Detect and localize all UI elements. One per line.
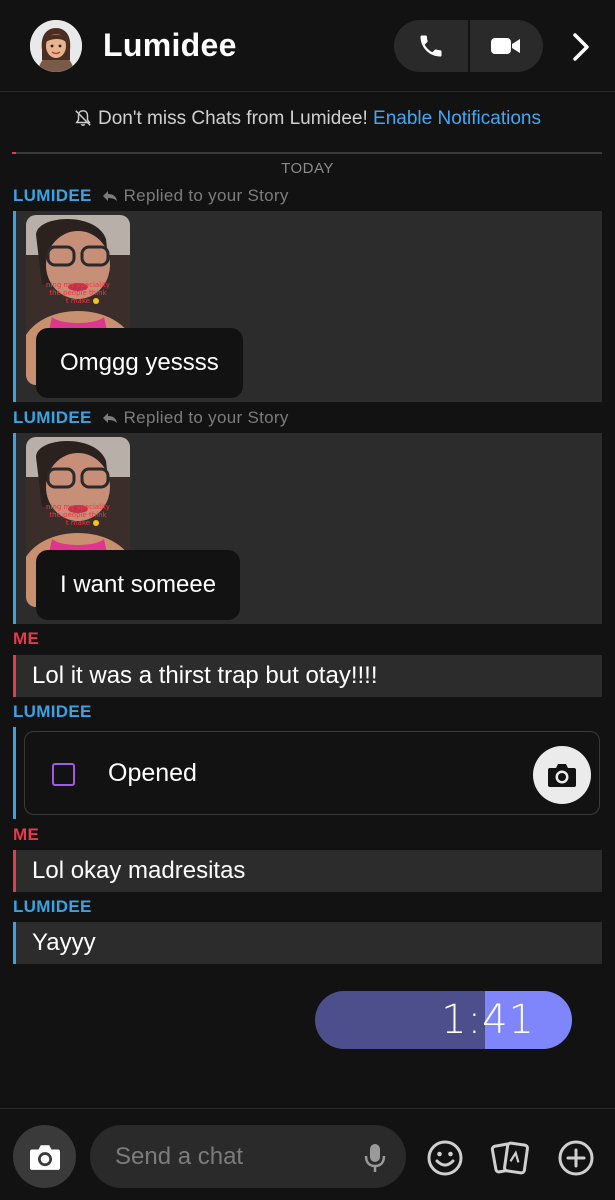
camera-icon <box>548 764 576 787</box>
message-bubble: Omggg yessss <box>36 328 243 398</box>
sender-name: ME <box>13 629 40 648</box>
phone-icon <box>420 35 442 57</box>
chevron-right-icon[interactable] <box>564 28 598 66</box>
call-button-group <box>394 20 543 72</box>
emoji-icon[interactable] <box>425 1138 465 1178</box>
svg-text:ning my speciality: ning my speciality <box>46 281 110 289</box>
message-bubble: Lol it was a thirst trap but otay!!!! <box>13 655 602 697</box>
svg-text:the people think: the people think <box>49 511 107 519</box>
sender-name: LUMIDEE <box>13 186 92 205</box>
message-bubble: I want someee <box>36 550 241 620</box>
notification-text: Don't miss Chats from Lumidee! <box>98 108 368 129</box>
reply-arrow-icon <box>102 187 118 207</box>
unread-divider <box>12 152 602 154</box>
sender-name: LUMIDEE <box>13 702 92 721</box>
snap-card[interactable]: Opened <box>24 731 600 815</box>
chat-input[interactable] <box>90 1125 406 1188</box>
timer-text: 1:41 <box>441 997 535 1043</box>
message-bubble: Lol okay madresitas <box>13 850 602 892</box>
date-divider: TODAY <box>281 160 334 177</box>
chat-header: Lumidee <box>0 0 615 92</box>
snap-status: Opened <box>108 759 197 787</box>
reply-note: Replied to your Story <box>123 408 289 427</box>
camera-icon <box>29 1144 60 1170</box>
bitmoji-avatar-icon <box>30 20 82 72</box>
opened-snap-icon <box>52 763 75 786</box>
reply-arrow-icon <box>102 409 118 429</box>
sender-name: LUMIDEE <box>13 408 92 427</box>
voice-timer[interactable]: 1:41 <box>315 991 572 1049</box>
sender-name: LUMIDEE <box>13 897 92 916</box>
svg-text:t make: t make <box>66 519 90 527</box>
reply-camera-button[interactable] <box>533 746 591 804</box>
story-reply: ning my speciality the people think t ma… <box>13 211 602 402</box>
bell-muted-icon <box>74 109 92 133</box>
contact-name[interactable]: Lumidee <box>103 27 237 64</box>
composer-bar <box>0 1108 615 1200</box>
mic-icon[interactable] <box>364 1142 386 1179</box>
story-reply: ning my speciality the people think t ma… <box>13 433 602 624</box>
sticker-cards-icon[interactable] <box>490 1138 530 1178</box>
voice-call-button[interactable] <box>394 20 468 72</box>
video-call-button[interactable] <box>467 20 544 72</box>
add-icon[interactable] <box>556 1138 596 1178</box>
notification-banner: Don't miss Chats from Lumidee! Enable No… <box>0 108 615 133</box>
sender-label: LUMIDEE Replied to your Story <box>13 408 289 429</box>
sender-name: ME <box>13 825 40 844</box>
video-icon <box>491 38 521 54</box>
snap-message: Opened <box>13 727 602 819</box>
message-bubble: Yayyy <box>13 922 602 964</box>
svg-text:the people think: the people think <box>49 289 107 297</box>
enable-notifications-link[interactable]: Enable Notifications <box>373 108 541 129</box>
reply-note: Replied to your Story <box>123 186 289 205</box>
sender-label: LUMIDEE Replied to your Story <box>13 186 289 207</box>
svg-text:t make: t make <box>66 297 90 305</box>
camera-button[interactable] <box>13 1125 76 1188</box>
avatar[interactable] <box>30 20 82 72</box>
svg-text:ning my speciality: ning my speciality <box>46 503 110 511</box>
